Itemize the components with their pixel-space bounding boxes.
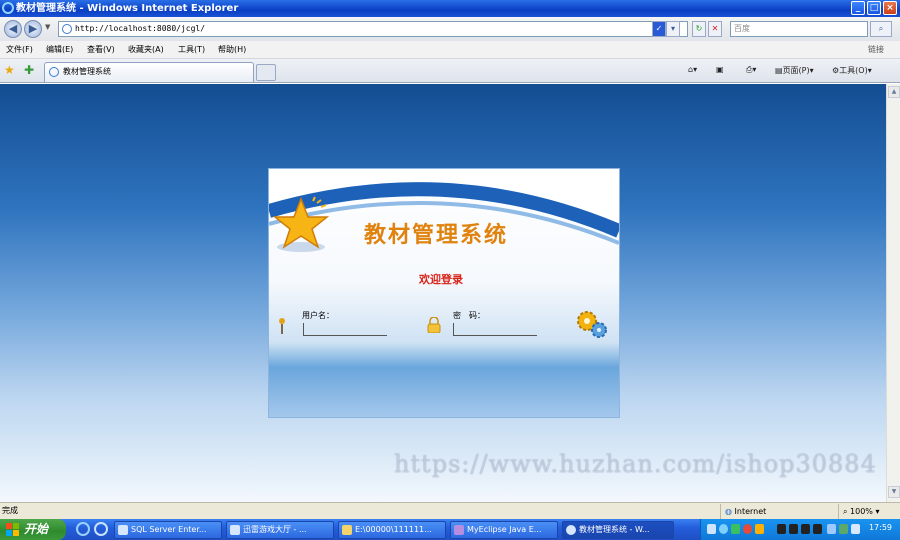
username-label: 用户名： xyxy=(302,311,334,320)
vertical-scrollbar[interactable]: ▲ ▼ xyxy=(886,84,900,502)
recent-pages-dropdown-icon[interactable]: ▼ xyxy=(45,23,50,31)
welcome-text: 欢迎登录 xyxy=(419,273,463,286)
quicklaunch-ie2-icon[interactable] xyxy=(94,522,108,536)
star-logo-icon xyxy=(273,196,330,252)
username-input[interactable] xyxy=(303,323,387,336)
search-icon[interactable]: ⌕ xyxy=(870,21,892,37)
add-favorites-icon[interactable]: ✚ xyxy=(24,63,34,77)
task-ie-active[interactable]: 教材管理系统 - W... xyxy=(562,521,674,539)
maximize-button[interactable]: □ xyxy=(867,1,881,15)
volume-icon[interactable] xyxy=(851,524,860,534)
menu-tools[interactable]: 工具(T) xyxy=(178,44,205,55)
task-myeclipse[interactable]: MyEclipse Java E... xyxy=(450,521,558,539)
minimize-button[interactable]: _ xyxy=(851,1,865,15)
qq-icon[interactable] xyxy=(789,524,798,534)
window-title-bar[interactable]: 教材管理系统 - Windows Internet Explorer _ □ × xyxy=(0,0,900,17)
window-title: 教材管理系统 - Windows Internet Explorer xyxy=(16,3,239,14)
page-icon xyxy=(49,67,59,77)
app-icon xyxy=(118,525,128,535)
security-icon[interactable] xyxy=(839,524,848,534)
password-label: 密 码： xyxy=(453,311,485,320)
home-icon[interactable]: ⌂▾ xyxy=(688,65,697,74)
tab-bar: ★ ✚ 教材管理系统 ⌂▾ ▣ ⎙▾ ▤页面(P)▾ ⚙工具(O)▾ xyxy=(0,59,900,83)
zone-label: Internet xyxy=(734,507,767,516)
print-icon[interactable]: ⎙▾ xyxy=(746,65,756,75)
tab-active[interactable]: 教材管理系统 xyxy=(44,62,254,82)
start-label: 开始 xyxy=(24,522,49,536)
feeds-icon[interactable]: ▣ xyxy=(716,65,724,74)
scroll-up-icon[interactable]: ▲ xyxy=(888,86,900,98)
back-button[interactable]: ◀ xyxy=(4,20,22,38)
qq-icon[interactable] xyxy=(777,524,786,534)
menu-file[interactable]: 文件(F) xyxy=(6,44,33,55)
forward-button[interactable]: ▶ xyxy=(24,20,42,38)
tray-icon[interactable] xyxy=(755,524,764,534)
password-input[interactable] xyxy=(453,323,537,336)
key-icon xyxy=(279,318,285,334)
menu-edit[interactable]: 编辑(E) xyxy=(46,44,73,55)
tray-icon[interactable] xyxy=(707,524,716,534)
start-button[interactable]: 开始 xyxy=(0,519,66,540)
app-icon xyxy=(454,525,464,535)
lock-icon xyxy=(427,317,441,333)
tray-icon[interactable] xyxy=(743,524,752,534)
folder-icon xyxy=(342,525,352,535)
zoom-dropdown-icon: ▾ xyxy=(875,507,880,516)
dropdown-arrow-icon[interactable]: ▾ xyxy=(666,21,680,37)
address-toolbar: ◀ ▶ ▼ http://localhost:8080/jcgl/ ✓ ▾ ↻ … xyxy=(0,17,900,41)
zoom-icon: ⌕ xyxy=(843,507,848,516)
tray-icon[interactable] xyxy=(731,524,740,534)
search-input[interactable]: 百度 xyxy=(730,21,868,37)
task-explorer-folder[interactable]: E:\00000\111111... xyxy=(338,521,446,539)
qq-icon[interactable] xyxy=(801,524,810,534)
address-input[interactable]: http://localhost:8080/jcgl/ xyxy=(58,21,688,37)
favorites-star-icon[interactable]: ★ xyxy=(4,63,15,77)
tools-menu-button[interactable]: ⚙工具(O)▾ xyxy=(832,65,872,76)
zoom-label: 100% xyxy=(850,507,873,516)
tray-icon[interactable] xyxy=(719,524,728,534)
login-panel: 教材管理系统 欢迎登录 用户名： 密 码： xyxy=(268,168,620,418)
task-sqlserver[interactable]: SQL Server Enter... xyxy=(114,521,222,539)
stop-icon[interactable]: ✕ xyxy=(708,21,722,37)
zoom-control[interactable]: ⌕ 100% ▾ xyxy=(838,504,900,519)
taskbar: 开始 SQL Server Enter... 迅雷游戏大厅 - ... E:\0… xyxy=(0,519,900,540)
address-url: http://localhost:8080/jcgl/ xyxy=(75,24,206,33)
tab-label: 教材管理系统 xyxy=(63,67,111,76)
status-bar: 完成 ◍ Internet ⌕ 100% ▾ xyxy=(0,502,900,519)
ie-icon xyxy=(566,525,576,535)
globe-icon: ◍ xyxy=(725,507,732,516)
page-icon xyxy=(62,24,72,34)
zone-indicator[interactable]: ◍ Internet xyxy=(720,504,830,519)
ie-logo-icon xyxy=(2,2,14,14)
menu-view[interactable]: 查看(V) xyxy=(87,44,115,55)
menu-help[interactable]: 帮助(H) xyxy=(218,44,246,55)
refresh-icon[interactable]: ↻ xyxy=(692,21,706,37)
status-text: 完成 xyxy=(2,506,18,515)
close-button[interactable]: × xyxy=(883,1,897,15)
network-icon[interactable] xyxy=(827,524,836,534)
windows-flag-icon xyxy=(6,523,19,536)
quicklaunch-ie-icon[interactable] xyxy=(76,522,90,536)
system-tray: 17:59 xyxy=(700,519,900,540)
app-icon xyxy=(230,525,240,535)
compatibility-icon[interactable]: ✓ xyxy=(652,21,666,37)
qq-icon[interactable] xyxy=(813,524,822,534)
task-game-hall[interactable]: 迅雷游戏大厅 - ... xyxy=(226,521,334,539)
menu-favorites[interactable]: 收藏夹(A) xyxy=(128,44,164,55)
menu-bar: 文件(F) 编辑(E) 查看(V) 收藏夹(A) 工具(T) 帮助(H) 链接 xyxy=(0,41,900,59)
system-title: 教材管理系统 xyxy=(364,222,509,248)
scroll-down-icon[interactable]: ▼ xyxy=(888,486,900,498)
clock[interactable]: 17:59 xyxy=(869,523,892,532)
watermark-text: https://www.huzhan.com/ishop30884 xyxy=(394,450,877,478)
links-toolbar[interactable]: 链接 xyxy=(868,44,884,55)
page-menu-button[interactable]: ▤页面(P)▾ xyxy=(775,65,814,76)
new-tab-button[interactable] xyxy=(256,64,276,81)
login-gear-button[interactable] xyxy=(575,309,609,339)
